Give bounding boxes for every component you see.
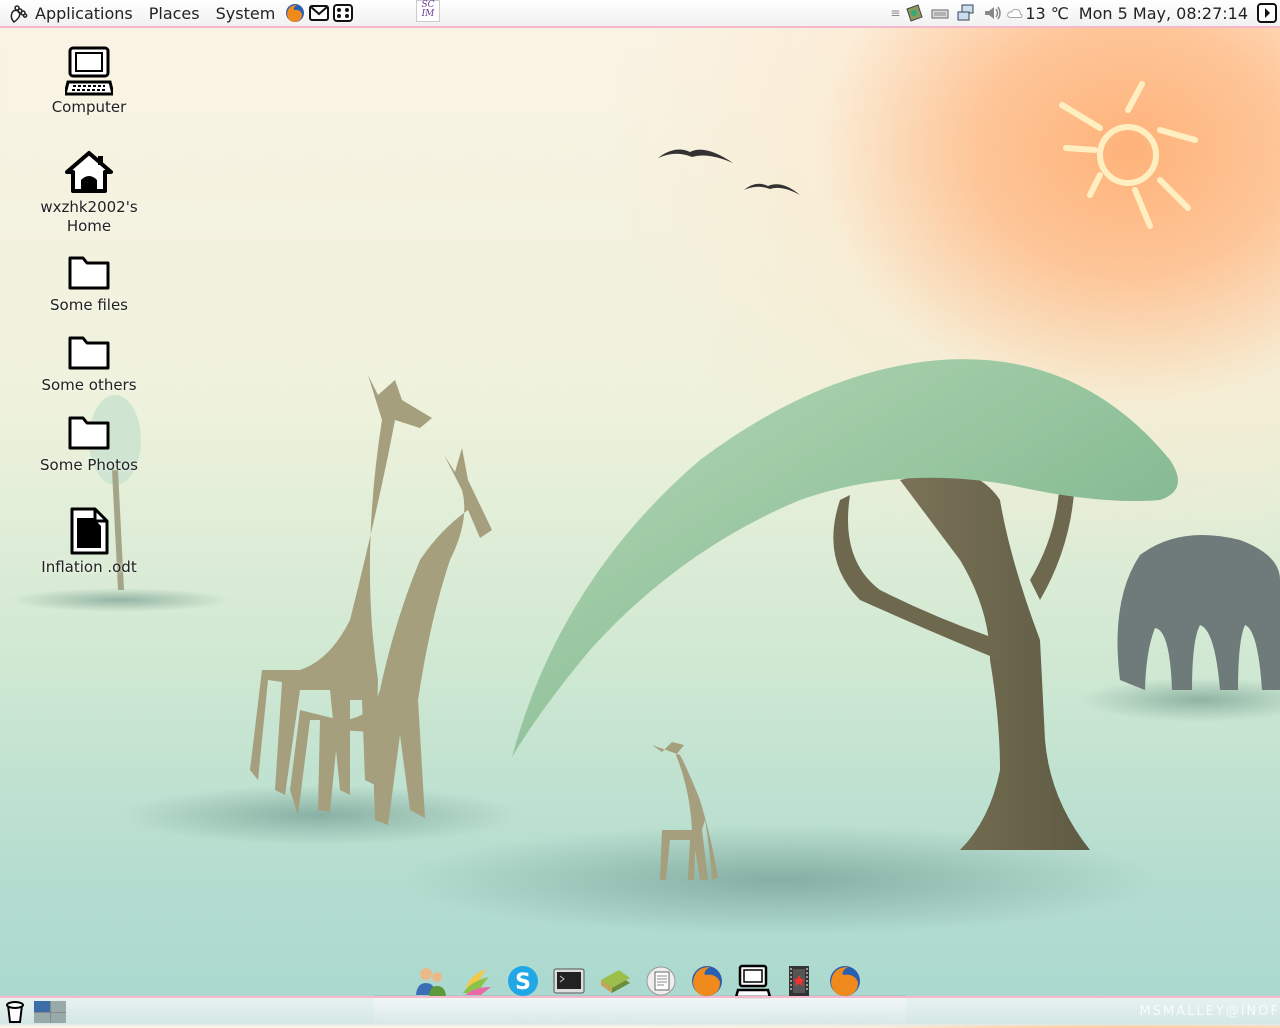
- scim-indicator[interactable]: SC IM: [416, 0, 440, 22]
- desktop-icon-computer[interactable]: Computer: [20, 46, 158, 117]
- workspace-1[interactable]: [34, 1001, 50, 1012]
- bird-graphic: [744, 184, 800, 195]
- desktop-icon-label: Some Photos: [20, 456, 158, 475]
- screen-icon[interactable]: [332, 2, 354, 24]
- top-panel: Applications Places System SC IM ≡ 13 ℃ …: [0, 0, 1280, 28]
- applications-menu[interactable]: Applications: [31, 0, 141, 26]
- folder-icon: [67, 332, 111, 372]
- sun-graphic: [1062, 84, 1195, 226]
- trash-icon[interactable]: [4, 1000, 26, 1024]
- keyboard-icon[interactable]: [929, 2, 951, 24]
- clock[interactable]: Mon 5 May, 08:27:14: [1073, 4, 1254, 23]
- places-menu[interactable]: Places: [141, 0, 208, 26]
- watermark: MSMALLEY@INOF: [1140, 1004, 1280, 1019]
- desktop-icon-inflation-odt[interactable]: Inflation .odt: [20, 506, 158, 577]
- desktop-icon-label: Some files: [20, 296, 158, 315]
- firefox-icon[interactable]: [284, 2, 306, 24]
- document-icon: [67, 506, 111, 556]
- desktop-icon-home[interactable]: wxzhk2002's Home: [20, 150, 158, 236]
- volume-icon[interactable]: [981, 2, 1003, 24]
- workspace-switcher[interactable]: [34, 1001, 66, 1023]
- home-icon: [64, 150, 114, 194]
- workspace-4[interactable]: [51, 1013, 67, 1024]
- folder-icon: [67, 252, 111, 292]
- giraffe-graphic: [250, 375, 718, 880]
- folder-icon: [67, 412, 111, 452]
- wallpaper: [0, 0, 1280, 1024]
- system-menu[interactable]: System: [208, 0, 284, 26]
- desktop-icon-some-photos[interactable]: Some Photos: [20, 412, 158, 475]
- desktop-icon-label: wxzhk2002's Home: [34, 198, 144, 236]
- computer-icon: [65, 46, 113, 98]
- elephant-graphic: [1118, 535, 1280, 690]
- mail-icon[interactable]: [308, 2, 330, 24]
- update-icon[interactable]: [903, 2, 925, 24]
- bottom-panel: [0, 996, 1280, 1026]
- desktop-icon-label: Some others: [20, 376, 158, 395]
- desktop-icon-some-others[interactable]: Some others: [20, 332, 158, 395]
- gnome-foot-icon[interactable]: [8, 2, 30, 24]
- show-desktop-icon[interactable]: [1256, 2, 1278, 24]
- weather-icon[interactable]: [1007, 2, 1023, 24]
- desktop-icon-label: Computer: [20, 98, 158, 117]
- weather-temperature[interactable]: 13 ℃: [1025, 4, 1072, 23]
- desktop-icon-label: Inflation .odt: [20, 558, 158, 577]
- workspace-3[interactable]: [34, 1013, 50, 1024]
- network-icon[interactable]: [955, 2, 977, 24]
- bird-graphic: [658, 150, 733, 163]
- grip-icon: ≡: [891, 2, 899, 24]
- system-tray: ≡ 13 ℃ Mon 5 May, 08:27:14: [889, 0, 1280, 26]
- tree-canopy: [512, 359, 1178, 757]
- svg-text:S: S: [515, 970, 531, 995]
- desktop-icon-some-files[interactable]: Some files: [20, 252, 158, 315]
- workspace-2[interactable]: [51, 1001, 67, 1012]
